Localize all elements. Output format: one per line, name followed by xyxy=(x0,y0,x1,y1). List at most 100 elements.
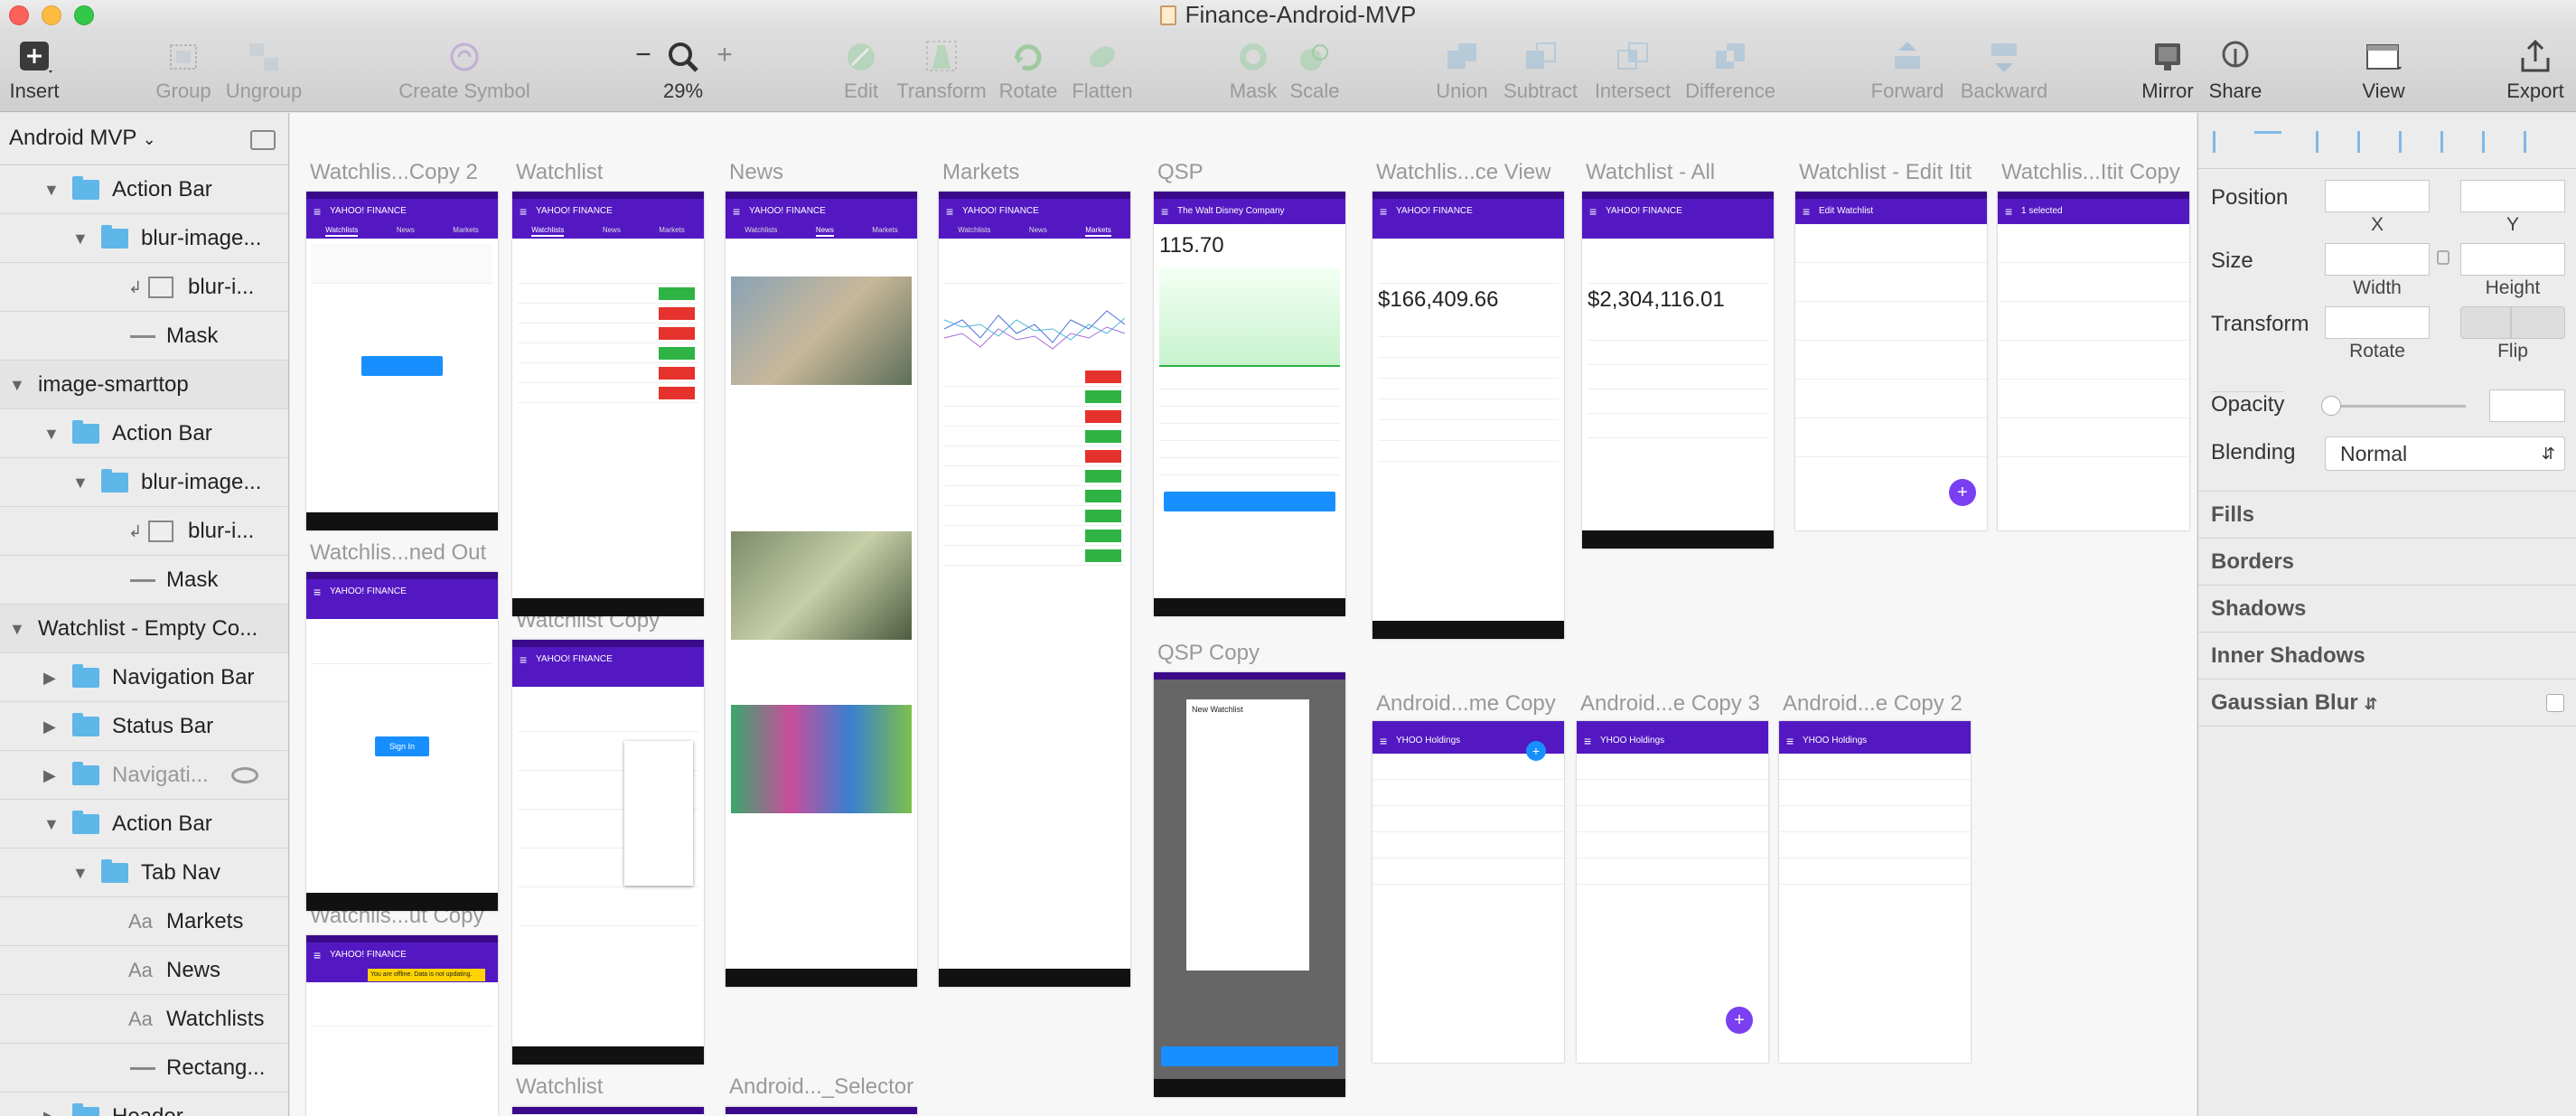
intersect-button[interactable]: Intersect xyxy=(1587,33,1679,112)
artboard-label[interactable]: Watchlis...ce View xyxy=(1376,160,1550,185)
layer-row[interactable]: ▶ Header xyxy=(0,1093,288,1116)
artboard[interactable]: YAHOO! FINANCE Watchlists News Markets xyxy=(726,192,917,987)
news-card[interactable] xyxy=(731,645,912,699)
artboard-label[interactable]: News xyxy=(729,160,783,185)
disclosure-open-icon[interactable]: ▼ xyxy=(43,800,60,848)
layer-row[interactable]: ▼ Watchlist - Empty Co... xyxy=(0,605,288,653)
layer-row[interactable]: Aa Watchlists xyxy=(0,995,288,1044)
view-button[interactable]: View xyxy=(2349,33,2418,112)
subtract-button[interactable]: Subtract xyxy=(1496,33,1585,112)
layer-row[interactable]: ↲ blur-i... xyxy=(0,507,288,556)
align-right-icon[interactable] xyxy=(2399,131,2426,153)
artboard-label[interactable]: QSP xyxy=(1157,160,1204,185)
minimize-window-button[interactable] xyxy=(42,5,61,25)
artboard-label[interactable]: Markets xyxy=(942,160,1019,185)
layer-row[interactable]: ▼ Tab Nav xyxy=(0,849,288,897)
page-selector[interactable]: Android MVP ⌄ xyxy=(9,126,156,151)
artboard-label[interactable]: Watchlist - All xyxy=(1586,160,1715,185)
layer-row[interactable]: Aa Markets xyxy=(0,897,288,946)
layer-row[interactable]: ▼ Action Bar xyxy=(0,409,288,458)
tab-markets[interactable]: Markets xyxy=(453,224,478,237)
fills-section[interactable]: Fills xyxy=(2198,491,2576,538)
disclosure-closed-icon[interactable]: ▶ xyxy=(43,653,56,701)
flip-vertical-icon[interactable] xyxy=(2511,306,2565,339)
artboard-label[interactable]: Android...e Copy 2 xyxy=(1783,691,1962,717)
artboard[interactable]: YHOO Holdings + xyxy=(1577,721,1768,1063)
tab-markets[interactable]: Markets xyxy=(1085,224,1111,237)
align-middle-icon[interactable] xyxy=(2482,131,2509,153)
view-more-data-button[interactable] xyxy=(1164,492,1335,511)
gaussian-blur-checkbox[interactable] xyxy=(2546,694,2564,712)
zoom-button[interactable]: 29% xyxy=(660,33,707,112)
artboard[interactable] xyxy=(726,1107,917,1116)
artboard[interactable]: 1 selected xyxy=(1998,192,2189,530)
list-item[interactable] xyxy=(944,367,1125,387)
collapse-layers-button[interactable] xyxy=(250,130,276,150)
artboard-label[interactable]: Watchlist xyxy=(516,160,603,185)
zoom-window-button[interactable] xyxy=(74,5,94,25)
artboard[interactable]: YAHOO! FINANCE Watchlists News Markets xyxy=(939,192,1130,987)
layer-row[interactable]: ▶ Status Bar xyxy=(0,702,288,751)
tab-news[interactable]: News xyxy=(815,224,834,237)
list-item[interactable] xyxy=(518,324,698,343)
layer-row[interactable]: Mask xyxy=(0,556,288,605)
add-fab-button[interactable]: + xyxy=(1526,741,1546,761)
disclosure-open-icon[interactable]: ▼ xyxy=(72,214,89,262)
artboard[interactable]: YAHOO! FINANCE Watchlists News Markets xyxy=(306,192,498,530)
news-card[interactable] xyxy=(731,390,912,526)
disclosure-open-icon[interactable]: ▼ xyxy=(72,849,89,896)
add-symbol-button[interactable] xyxy=(361,356,443,376)
disclosure-open-icon[interactable]: ▼ xyxy=(72,458,89,506)
align-center-icon[interactable] xyxy=(2357,131,2384,153)
artboard[interactable]: YHOO Holdings + xyxy=(1372,721,1564,1063)
list-item[interactable] xyxy=(944,387,1125,407)
flip-horizontal-icon[interactable] xyxy=(2460,306,2511,339)
align-bottom-icon[interactable] xyxy=(2524,131,2551,153)
artboard-label[interactable]: Watchlis...ned Out xyxy=(310,540,486,566)
opacity-slider-knob[interactable] xyxy=(2321,396,2341,416)
eye-icon[interactable] xyxy=(231,767,258,783)
create-symbol-button[interactable]: Create Symbol xyxy=(394,33,535,112)
gaussian-blur-section[interactable]: Gaussian Blur ⇵ xyxy=(2198,679,2576,726)
blending-select[interactable]: Normal ⇵ xyxy=(2325,436,2565,471)
list-item[interactable] xyxy=(944,506,1125,526)
artboard-label[interactable]: Watchlis...Copy 2 xyxy=(310,160,478,185)
list-item[interactable] xyxy=(944,427,1125,446)
layer-row[interactable]: Rectang... xyxy=(0,1044,288,1093)
artboard[interactable]: YAHOO! FINANCE Sign In xyxy=(306,572,498,911)
tab-news[interactable]: News xyxy=(1029,224,1047,237)
export-button[interactable]: Export xyxy=(2499,33,2571,112)
transform-button[interactable]: Transform xyxy=(895,33,988,112)
tab-markets[interactable]: Markets xyxy=(872,224,897,237)
disclosure-closed-icon[interactable]: ▶ xyxy=(43,702,56,750)
layer-row[interactable]: ▼ blur-image... xyxy=(0,458,288,507)
forward-button[interactable]: Forward xyxy=(1869,33,1946,112)
borders-section[interactable]: Borders xyxy=(2198,538,2576,585)
shadows-section[interactable]: Shadows xyxy=(2198,585,2576,632)
align-left-icon[interactable] xyxy=(2316,131,2343,153)
artboard-label[interactable]: Android..._Selector xyxy=(729,1074,913,1100)
artboard[interactable]: Edit Watchlist + xyxy=(1795,192,1987,530)
opacity-slider[interactable] xyxy=(2325,405,2466,408)
tab-markets[interactable]: Markets xyxy=(659,224,684,237)
backward-button[interactable]: Backward xyxy=(1957,33,2051,112)
disclosure-open-icon[interactable]: ▼ xyxy=(43,165,60,213)
artboard[interactable]: YAHOO! FINANCE Watchlists News Markets xyxy=(512,192,704,616)
list-item[interactable] xyxy=(518,304,698,324)
layer-row[interactable]: ▼ Action Bar xyxy=(0,800,288,849)
mask-button[interactable]: Mask xyxy=(1222,33,1285,112)
view-more-data-button[interactable] xyxy=(1161,1046,1338,1066)
artboard[interactable]: YAHOO! FINANCE $2,304,116.01 xyxy=(1582,192,1774,549)
disclosure-closed-icon[interactable]: ▶ xyxy=(43,1093,56,1116)
add-fab-button[interactable]: + xyxy=(1726,1007,1753,1034)
ungroup-button[interactable]: Ungroup xyxy=(220,33,307,112)
add-fab-button[interactable]: + xyxy=(1949,479,1976,506)
artboard-label[interactable]: Watchlis...Itit Copy xyxy=(2001,160,2180,185)
opacity-field[interactable] xyxy=(2489,389,2565,422)
scale-button[interactable]: Scale xyxy=(1287,33,1343,112)
x-field[interactable] xyxy=(2325,180,2430,212)
list-item[interactable] xyxy=(944,546,1125,566)
tab-watchlists[interactable]: Watchlists xyxy=(325,224,359,237)
artboard[interactable]: New Watchlist xyxy=(1154,672,1345,1097)
align-left-icon[interactable] xyxy=(2213,131,2240,153)
